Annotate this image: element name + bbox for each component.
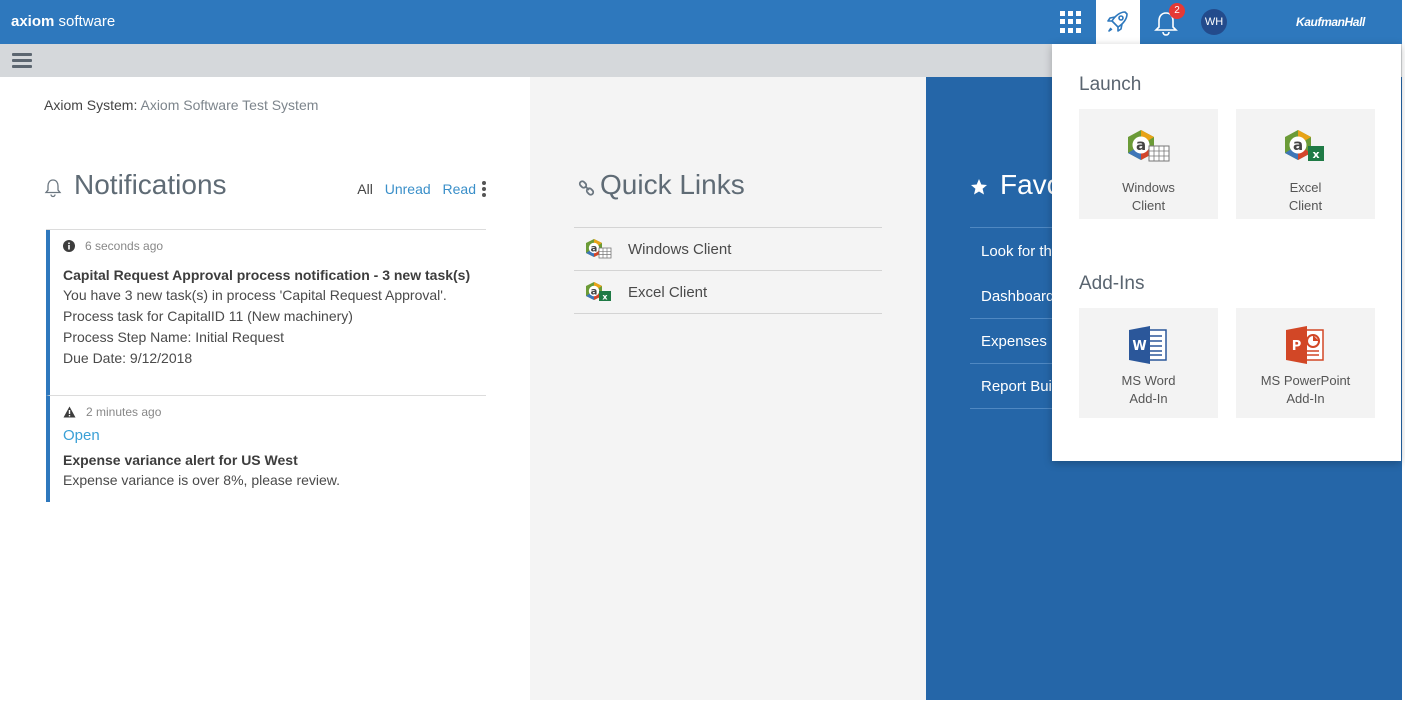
notification-time: 2 minutes ago [86,405,162,419]
ms-powerpoint-addin-tile[interactable]: P MS PowerPoint Add-In [1236,308,1375,418]
launch-excel-client-tile[interactable]: a x Excel Client [1236,109,1375,219]
warning-icon [63,406,76,418]
quick-links-panel: Quick Links a Windows Client a x Excel C… [530,77,926,700]
svg-text:x: x [1312,148,1319,161]
open-link[interactable]: Open [63,427,486,444]
bell-outline-icon [44,179,62,198]
quick-links-list: a Windows Client a x Excel Client [574,227,882,314]
tile-label: Excel Client [1236,179,1375,215]
quick-link-label: Excel Client [628,283,708,301]
notification-time: 6 seconds ago [85,239,164,253]
brand-rest: software [54,13,116,30]
notifications-panel: Axiom System: Axiom Software Test System… [0,77,530,700]
launch-windows-client-tile[interactable]: a Windows Client [1079,109,1218,219]
tile-label-line: Windows [1122,180,1175,195]
system-label: Axiom System: [44,97,138,113]
ms-word-addin-tile[interactable]: W MS Word Add-In [1079,308,1218,418]
tile-label-line: MS Word [1121,373,1176,388]
notifications-button[interactable]: 2 [1150,3,1185,39]
notifications-title: Notifications [74,169,227,200]
star-icon [971,179,987,195]
notification-body: Expense variance is over 8%, please revi… [63,472,341,488]
quick-link-excel-client[interactable]: a x Excel Client [574,271,882,314]
notification-list: 6 seconds ago Capital Request Approval p… [46,229,486,502]
svg-text:a: a [1136,136,1146,154]
svg-text:W: W [1132,339,1146,354]
axiom-excel-client-icon: a x [586,282,611,302]
apps-grid-icon[interactable] [1059,10,1083,34]
notification-count-badge: 2 [1169,3,1185,19]
filter-unread[interactable]: Unread [385,181,431,197]
notification-line: Process task for CapitalID 11 (New machi… [63,308,353,324]
launch-section-label: Launch [1079,74,1142,95]
ms-powerpoint-icon: P [1286,326,1324,364]
svg-text:x: x [602,293,608,302]
axiom-windows-client-icon: a [586,239,612,259]
tile-label-line: MS PowerPoint [1260,373,1351,388]
top-bar: axiom software 2 WH KaufmanHall [0,0,1402,44]
notification-line: Due Date: 9/12/2018 [63,350,193,366]
launch-menu: Launch a Windows Client a x Excel Client… [1052,44,1401,461]
tile-label-line: Excel [1289,180,1322,195]
ms-word-icon: W [1129,326,1167,364]
info-icon [63,240,75,252]
notification-line: Process Step Name: Initial Request [63,329,284,345]
tile-label: Windows Client [1079,179,1218,215]
notification-line: You have 3 new task(s) in process 'Capit… [63,287,447,303]
tile-label-line: Client [1288,198,1323,213]
svg-text:a: a [591,244,598,255]
notification-filters: All Unread Read [349,181,476,197]
axiom-windows-client-icon: a [1128,130,1170,162]
company-logo: KaufmanHall [1296,15,1365,29]
filter-all[interactable]: All [357,181,373,197]
svg-text:P: P [1292,339,1302,354]
notification-title: Capital Request Approval process notific… [63,267,471,283]
app-brand[interactable]: axiom software [11,13,115,30]
notification-item[interactable]: 6 seconds ago Capital Request Approval p… [46,230,486,396]
menu-icon[interactable] [12,53,32,68]
tile-label: MS PowerPoint Add-In [1236,372,1375,408]
tile-label: MS Word Add-In [1079,372,1218,408]
tile-label-line: Client [1131,198,1166,213]
notification-meta: 2 minutes ago [63,404,486,420]
quick-links-title: Quick Links [600,169,745,200]
filter-read[interactable]: Read [443,181,476,197]
notifications-header: Notifications All Unread Read [44,169,486,205]
system-value: Axiom Software Test System [140,97,319,113]
addins-section-label: Add-Ins [1079,273,1145,294]
brand-bold: axiom [11,13,55,30]
notification-item[interactable]: 2 minutes ago Open Expense variance aler… [46,396,486,502]
launch-button[interactable] [1096,0,1140,44]
link-icon [578,180,595,196]
quick-link-windows-client[interactable]: a Windows Client [574,228,882,271]
rocket-icon [1107,11,1128,32]
notification-title: Expense variance alert for US West [63,452,298,468]
notification-meta: 6 seconds ago [63,238,486,254]
svg-text:a: a [1293,136,1303,154]
axiom-excel-client-icon: a x [1285,130,1324,161]
user-avatar[interactable]: WH [1201,9,1227,35]
more-options-icon[interactable] [482,181,486,199]
tile-label-line: Add-In [1286,391,1325,406]
tile-label-line: Add-In [1129,391,1168,406]
system-info: Axiom System: Axiom Software Test System [44,97,318,113]
quick-link-label: Windows Client [628,240,732,258]
svg-text:a: a [591,287,598,298]
